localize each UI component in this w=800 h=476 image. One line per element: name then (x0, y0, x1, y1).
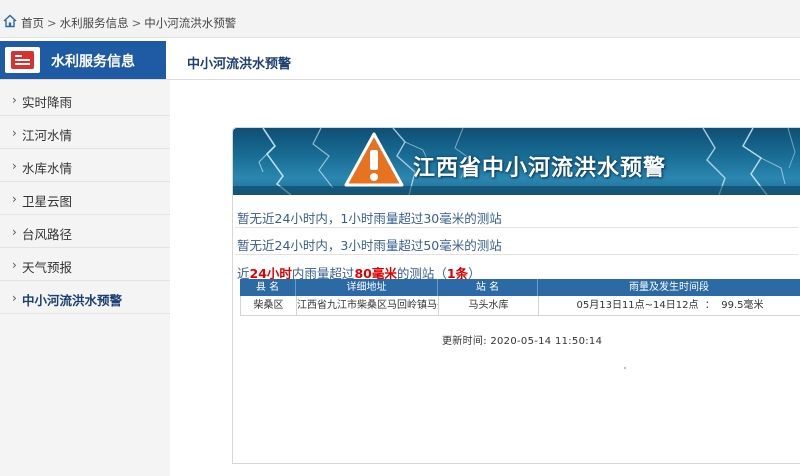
status-row-3h: 暂无近24小时内，3小时雨量超过50毫米的测站 (235, 230, 798, 255)
chevron-right-icon: › (12, 291, 17, 305)
page-title: 中小河流洪水预警 (187, 57, 292, 72)
sidebar-item-label: 水库水情 (22, 161, 73, 176)
sidebar-item-label: 实时降雨 (22, 95, 73, 110)
sidebar-item-weather[interactable]: › 天气预报 (0, 248, 170, 281)
sidebar-item-label: 天气预报 (22, 260, 73, 275)
sidebar: › 实时降雨 › 江河水情 › 水库水情 › 卫星云图 › 台风路径 › 天气预… (0, 80, 170, 476)
sidebar-item-rainfall[interactable]: › 实时降雨 (0, 83, 170, 116)
sidebar-item-label: 中小河流洪水预警 (22, 293, 123, 308)
column-header-address: 详细地址 (296, 279, 438, 296)
sidebar-item-label: 江河水情 (22, 128, 73, 143)
breadcrumb: 首页 > 水利服务信息 > 中小河流洪水预警 (21, 16, 237, 30)
column-header-rainfall: 雨量及发生时间段 (629, 282, 709, 293)
sidebar-item-label: 台风路径 (22, 227, 73, 242)
warning-triangle-icon (344, 132, 404, 187)
breadcrumb-home[interactable]: 首页 (21, 16, 44, 30)
status-text: 暂无近24小时内，3小时雨量超过50毫米的测站 (237, 238, 502, 253)
sidebar-item-reservoir[interactable]: › 水库水情 (0, 149, 170, 182)
update-time: 更新时间: 2020-05-14 11:50:14 (442, 336, 603, 347)
sidebar-item-satellite[interactable]: › 卫星云图 (0, 182, 170, 215)
breadcrumb-item-current: 中小河流洪水预警 (144, 16, 237, 30)
sidebar-item-typhoon[interactable]: › 台风路径 (0, 215, 170, 248)
breadcrumb-item-service[interactable]: 水利服务信息 (60, 16, 129, 30)
newspaper-icon (5, 47, 40, 73)
column-header-station: 站 名 (438, 279, 538, 296)
sidebar-title: 水利服务信息 (51, 54, 135, 70)
chevron-right-icon: › (12, 159, 17, 173)
sidebar-item-flood-warning[interactable]: › 中小河流洪水预警 (0, 281, 170, 314)
chevron-right-icon: › (12, 258, 17, 272)
cell-station: 马头水库 (439, 296, 539, 315)
home-icon[interactable] (3, 14, 17, 28)
breadcrumb-bar: 首页 > 水利服务信息 > 中小河流洪水预警 (0, 0, 800, 38)
status-text: 暂无近24小时内，1小时雨量超过30毫米的测站 (237, 211, 502, 226)
sidebar-item-river[interactable]: › 江河水情 (0, 116, 170, 149)
table-row: 柴桑区 江西省九江市柴桑区马回岭镇马头村 马头水库 05月13日11点~14日1… (240, 296, 800, 316)
chevron-right-icon: › (12, 225, 17, 239)
chevron-right-icon: › (12, 192, 17, 206)
chevron-right-icon: › (12, 126, 17, 140)
sidebar-item-label: 卫星云图 (22, 194, 73, 209)
sidebar-header: 水利服务信息 (0, 41, 166, 79)
banner-title: 江西省中小河流洪水预警 (413, 156, 667, 181)
status-row-1h: 暂无近24小时内，1小时雨量超过30毫米的测站 (235, 203, 798, 228)
table-header: 县 名 详细地址 站 名 雨量及发生时间段 (240, 279, 800, 296)
cell-county: 柴桑区 (241, 296, 297, 315)
cell-rainfall: 05月13日11点~14日12点 ： 99.5毫米 (576, 300, 764, 311)
decorative-dot (624, 367, 626, 369)
column-header-county: 县 名 (240, 279, 296, 296)
cell-address: 江西省九江市柴桑区马回岭镇马头村 (297, 296, 439, 315)
chevron-right-icon: › (12, 93, 17, 107)
